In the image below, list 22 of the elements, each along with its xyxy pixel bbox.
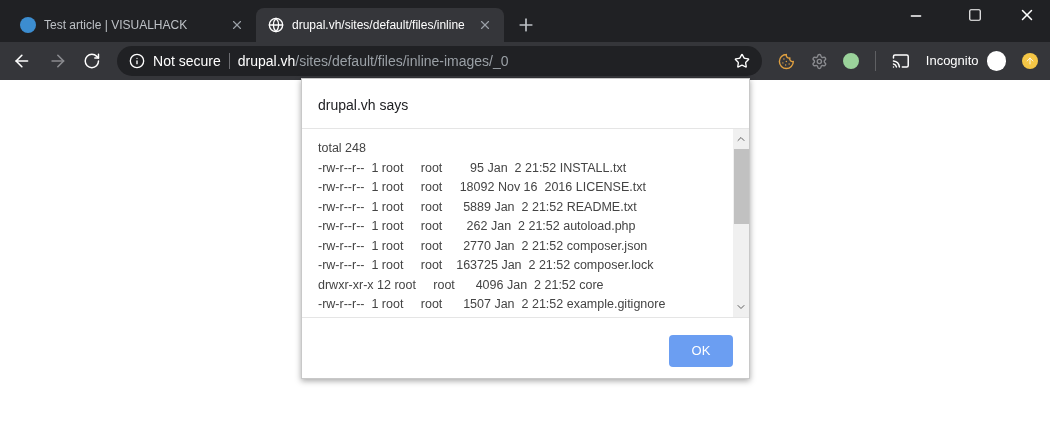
maximize-icon[interactable] (968, 8, 982, 22)
url-text: drupal.vh/sites/default/files/inline-images/_0 (237, 51, 510, 71)
tab-title: drupal.vh/sites/default/files/inline (292, 17, 466, 34)
close-icon[interactable] (230, 18, 244, 32)
update-icon[interactable] (1022, 53, 1038, 69)
reload-icon[interactable] (83, 52, 102, 70)
tab-title: Test article | VISUALHACK (44, 17, 189, 34)
security-label: Not secure (153, 51, 221, 71)
profile-label[interactable]: Incognito (925, 51, 979, 71)
browser-tab[interactable]: Test article | VISUALHACK (8, 8, 256, 42)
gear-icon[interactable] (810, 52, 828, 70)
dialog-title: drupal.vh says (317, 96, 410, 115)
extension-icon[interactable] (843, 53, 860, 69)
address-bar[interactable]: Not secure drupal.vh/sites/default/files/inline-images/_0 (117, 46, 762, 76)
globe-icon (268, 17, 284, 33)
info-icon (129, 53, 146, 69)
cast-icon[interactable] (892, 52, 910, 70)
dialog-message: total 248 -rw-r--r-- 1 root root 95 Jan 2 21:52 INSTALL.txt -rw-r--r-- 1 root root 18092 Nov 16 2016 LICENSE.txt -rw-r--r-- 1 root root 5889 Jan 2 21:52 README.txt -rw-r--r-- 1 root root 262 Jan 2 21:52 autoload.php -rw-r--r-- 1 root root 2770 Jan 2 21:52 composer.json -rw-r--r-- 1 root root 163725 Jan 2 21:52 composer.lock drwxr-xr-x 12 root root 4096 Jan 2 21:52 core -rw-r--r-- 1 root root 1507 Jan 2 21:52 example.gitignore (317, 140, 667, 313)
star-icon[interactable] (733, 53, 750, 69)
cookie-icon[interactable] (777, 52, 795, 70)
close-icon[interactable] (478, 18, 492, 32)
browser-tab[interactable]: drupal.vh/sites/default/files/inline (256, 8, 504, 42)
